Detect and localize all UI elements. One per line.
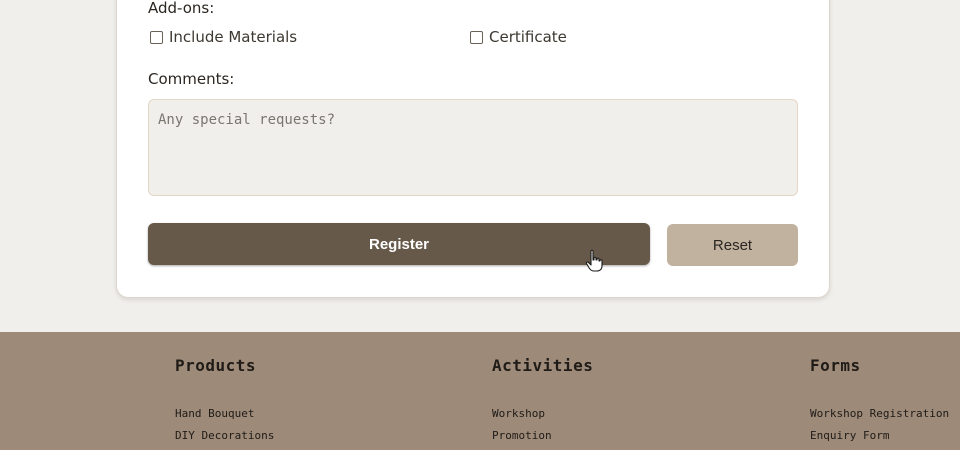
include-materials-checkbox[interactable] <box>150 30 163 44</box>
reset-button[interactable]: Reset <box>667 224 798 266</box>
register-button[interactable]: Register <box>148 223 650 265</box>
footer-heading-products: Products <box>175 356 257 375</box>
footer-link-promotion[interactable]: Promotion <box>492 425 593 447</box>
footer-link-enquiry-form[interactable]: Enquiry Form <box>810 425 949 447</box>
footer-link-workshop[interactable]: Workshop <box>492 403 593 425</box>
page: Add-ons: Include Materials Certificate C… <box>0 0 960 450</box>
footer-heading-activities: Activities <box>492 356 594 375</box>
addons-label: Add-ons: <box>148 0 215 17</box>
footer-column-forms: Forms Workshop Registration Enquiry Form <box>810 356 949 447</box>
footer-column-activities: Activities Workshop Promotion <box>492 356 593 447</box>
certificate-label: Certificate <box>489 28 567 46</box>
include-materials-label: Include Materials <box>169 28 298 46</box>
comments-label: Comments: <box>148 70 235 88</box>
certificate-checkbox[interactable] <box>470 30 483 44</box>
footer-link-workshop-registration[interactable]: Workshop Registration <box>810 403 949 425</box>
certificate-option[interactable]: Certificate <box>470 28 567 46</box>
footer-column-products: Products Hand Bouquet DIY Decorations <box>175 356 274 447</box>
comments-textarea[interactable] <box>148 99 798 196</box>
include-materials-option[interactable]: Include Materials <box>150 28 297 46</box>
site-footer: Products Hand Bouquet DIY Decorations Ac… <box>0 332 960 450</box>
footer-heading-forms: Forms <box>810 356 861 375</box>
footer-link-hand-bouquet[interactable]: Hand Bouquet <box>175 403 274 425</box>
hand-pointer-cursor-icon <box>585 249 603 272</box>
footer-link-diy-decorations[interactable]: DIY Decorations <box>175 425 274 447</box>
